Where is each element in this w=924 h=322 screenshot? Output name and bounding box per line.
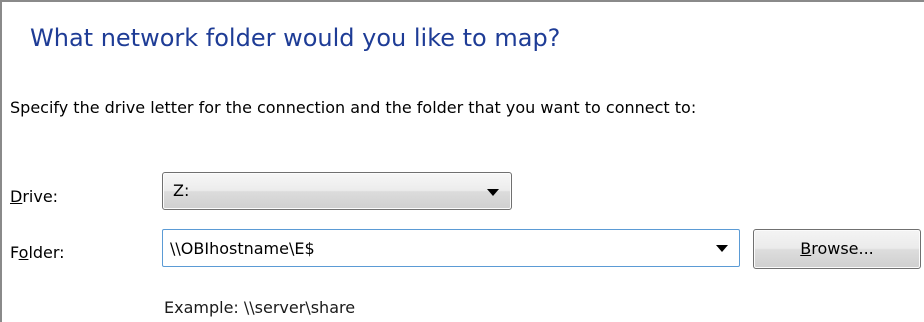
folder-dropdown-button[interactable] [705,230,739,266]
browse-button[interactable]: Browse... [753,229,921,269]
dialog-heading: What network folder would you like to ma… [30,24,561,52]
folder-example-text: Example: \\server\share [164,298,356,317]
chevron-down-icon [716,245,728,252]
drive-label: Drive: [10,187,58,206]
drive-selected-value: Z: [173,181,190,200]
browse-button-accelerator: B [800,239,812,258]
folder-input[interactable] [165,232,705,264]
chevron-down-icon [487,189,499,196]
folder-label: Folder: [10,243,65,262]
drive-label-accelerator: D [10,187,23,206]
drive-label-text: rive: [22,187,59,206]
folder-label-text-start: F [10,243,19,262]
folder-label-accelerator: o [18,243,29,262]
map-network-drive-dialog: What network folder would you like to ma… [0,0,924,322]
drive-select[interactable]: Z: [162,172,512,210]
folder-label-text-end: lder: [28,243,65,262]
folder-combobox[interactable] [162,229,740,267]
browse-button-label: rowse... [811,239,874,258]
dialog-instructions: Specify the drive letter for the connect… [10,98,697,117]
